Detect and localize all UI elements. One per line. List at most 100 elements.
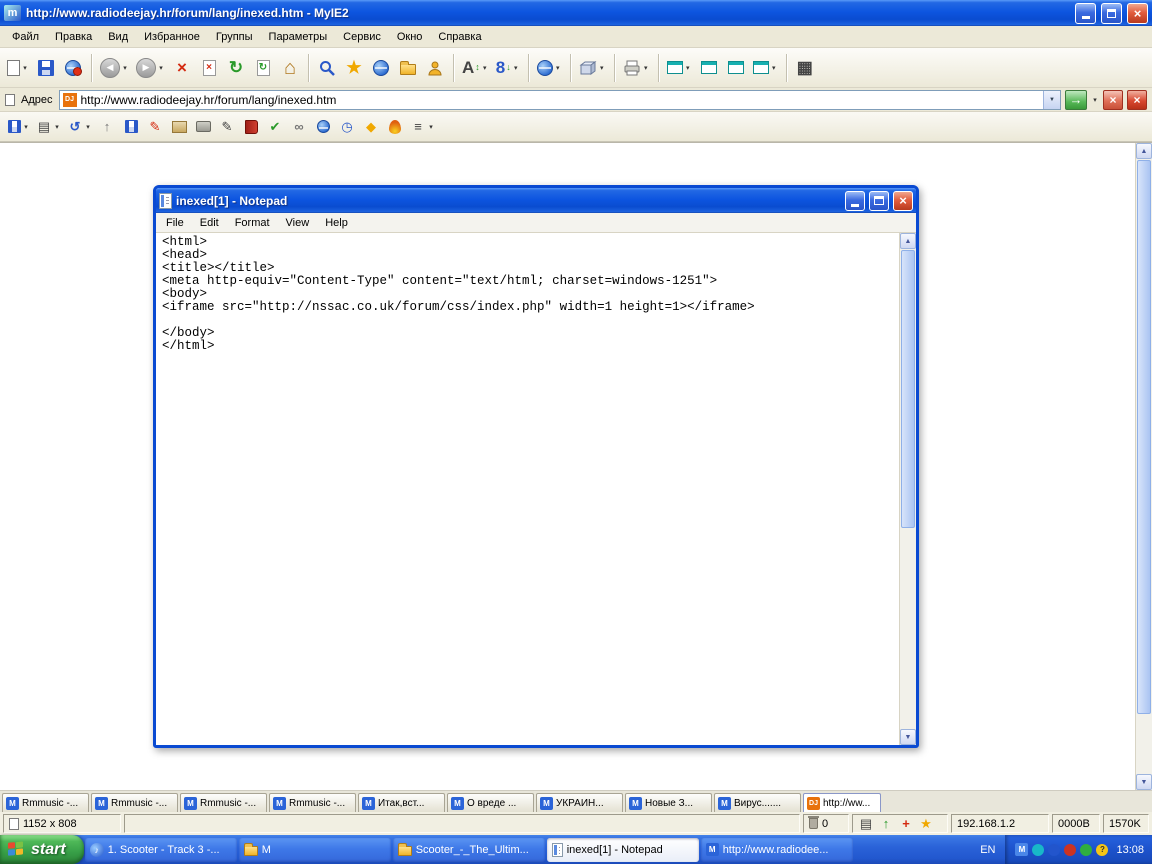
upload-indicator-icon[interactable]: ↑ — [878, 817, 894, 830]
tool-capture-button[interactable] — [192, 115, 214, 139]
menu-view[interactable]: Вид — [100, 28, 136, 46]
counter-dropdown-icon[interactable]: ▾ — [512, 64, 520, 72]
notepad-minimize-button[interactable] — [845, 190, 865, 211]
tray-network-icon[interactable] — [1048, 843, 1061, 856]
page-tab-1[interactable]: M Rmmusic -... — [2, 793, 89, 812]
tool-save-button[interactable]: ▾ — [6, 115, 32, 139]
notepad-menu-format[interactable]: Format — [227, 214, 278, 232]
page-tab-9[interactable]: M Вирус....... — [714, 793, 801, 812]
notepad-menu-edit[interactable]: Edit — [192, 214, 227, 232]
notepad-menu-help[interactable]: Help — [317, 214, 356, 232]
page-tab-10-active[interactable]: DJ http://ww... — [803, 793, 881, 812]
tool-forms-dropdown-icon[interactable]: ▾ — [53, 123, 61, 131]
go-dropdown-icon[interactable]: ▾ — [1091, 96, 1099, 104]
menu-help[interactable]: Справка — [430, 28, 489, 46]
counter-button[interactable]: 8 ↓ ▾ — [493, 52, 523, 84]
tool-timer-button[interactable]: ◷ — [336, 115, 358, 139]
page-tab-6[interactable]: MО вреде ... — [447, 793, 534, 812]
tool-highlight-button[interactable]: ✎ — [144, 115, 166, 139]
tray-myie-icon[interactable]: M — [1015, 843, 1029, 856]
tool-lines-dropdown-icon[interactable]: ▾ — [427, 123, 435, 131]
window-tool-4-button[interactable]: ▾ — [750, 52, 781, 84]
taskbar-task-notepad[interactable]: inexed[1] - Notepad — [546, 837, 699, 862]
tool-flame-button[interactable] — [384, 115, 406, 139]
page-tab-2[interactable]: M Rmmusic -... — [91, 793, 178, 812]
close-all-button[interactable]: × — [1127, 89, 1147, 110]
menu-groups[interactable]: Группы — [208, 28, 261, 46]
tool-disk-button[interactable] — [120, 115, 142, 139]
scroll-thumb[interactable] — [1137, 160, 1151, 714]
scroll-up-button[interactable]: ▲ — [1136, 143, 1152, 159]
page-tab-7[interactable]: M УКРАИН... — [536, 793, 623, 812]
tool-save-dropdown-icon[interactable]: ▾ — [22, 123, 30, 131]
font-size-button[interactable]: A ↕ ▾ — [459, 52, 492, 84]
page-tab-4[interactable]: M Rmmusic -... — [269, 793, 356, 812]
address-history-dropdown[interactable]: ▼ — [1043, 90, 1060, 109]
tool-gem-button[interactable]: ◆ — [360, 115, 382, 139]
new-page-dropdown-icon[interactable]: ▾ — [21, 64, 29, 72]
tray-antivirus-icon[interactable] — [1064, 843, 1077, 856]
tool-lines-button[interactable]: ≡ ▾ — [408, 115, 437, 139]
scroll-down-button[interactable]: ▼ — [900, 729, 916, 745]
tool-undo-dropdown-icon[interactable]: ▾ — [84, 123, 92, 131]
proxy-dropdown-icon[interactable]: ▾ — [554, 64, 562, 72]
notepad-titlebar[interactable]: inexed[1] - Notepad × — [156, 188, 916, 213]
profile-button[interactable] — [422, 52, 448, 84]
menu-edit[interactable]: Правка — [47, 28, 100, 46]
plugin-indicator-icon[interactable]: + — [898, 817, 914, 830]
scroll-thumb[interactable] — [901, 250, 915, 529]
address-input[interactable] — [80, 91, 1039, 108]
print-button[interactable]: ▾ — [620, 52, 653, 84]
tool-check-button[interactable]: ✔ — [264, 115, 286, 139]
window-tool-4-dropdown-icon[interactable]: ▾ — [770, 64, 778, 72]
tray-messenger-icon[interactable] — [1080, 843, 1093, 856]
menu-file[interactable]: Файл — [4, 28, 47, 46]
taskbar-task-browser[interactable]: M http://www.radiodee... — [700, 837, 853, 862]
window-indicator-icon[interactable]: ▤ — [858, 817, 874, 830]
window-tool-1-dropdown-icon[interactable]: ▾ — [684, 64, 692, 72]
print-dropdown-icon[interactable]: ▾ — [642, 64, 650, 72]
browser-restore-button[interactable] — [1101, 2, 1122, 24]
scroll-track[interactable] — [900, 249, 916, 729]
notepad-close-button[interactable]: × — [893, 190, 913, 211]
scroll-track[interactable] — [1136, 159, 1152, 774]
home-button[interactable]: ⌂ — [277, 52, 303, 84]
tool-globe-button[interactable] — [312, 115, 334, 139]
stop-button[interactable]: × — [169, 52, 195, 84]
menu-favorites[interactable]: Избранное — [136, 28, 208, 46]
new-page-button[interactable]: ▾ — [4, 52, 32, 84]
tool-book-button[interactable] — [240, 115, 262, 139]
browser-close-button[interactable]: × — [1127, 2, 1148, 24]
stop-all-button[interactable]: × — [196, 52, 222, 84]
forward-dropdown-icon[interactable]: ▾ — [157, 64, 165, 72]
menu-options[interactable]: Параметры — [261, 28, 336, 46]
forward-button[interactable]: ▶ ▾ — [133, 52, 168, 84]
back-dropdown-icon[interactable]: ▾ — [121, 64, 129, 72]
back-button[interactable]: ◀ ▾ — [97, 52, 132, 84]
page-tab-3[interactable]: M Rmmusic -... — [180, 793, 267, 812]
refresh-all-button[interactable]: ↻ — [250, 52, 276, 84]
tray-help-icon[interactable]: ? — [1096, 843, 1109, 856]
language-indicator[interactable]: EN — [970, 844, 1005, 856]
notepad-maximize-button[interactable] — [869, 190, 889, 211]
page-tab-8[interactable]: M Новые З... — [625, 793, 712, 812]
plugins-button[interactable]: ▾ — [576, 52, 609, 84]
address-field[interactable]: DJ ▼ — [58, 89, 1061, 110]
menu-window[interactable]: Окно — [389, 28, 431, 46]
tool-forms-button[interactable]: ▤ ▾ — [34, 115, 63, 139]
favorites-button[interactable]: ★ — [341, 52, 367, 84]
notepad-menu-file[interactable]: File — [158, 214, 192, 232]
font-size-dropdown-icon[interactable]: ▾ — [481, 64, 489, 72]
connections-button[interactable] — [60, 52, 86, 84]
plugins-dropdown-icon[interactable]: ▾ — [598, 64, 606, 72]
notepad-menu-view[interactable]: View — [278, 214, 318, 232]
internet-button[interactable] — [368, 52, 394, 84]
menu-tools[interactable]: Сервис — [335, 28, 389, 46]
window-tool-1-button[interactable]: ▾ — [664, 52, 695, 84]
scroll-down-button[interactable]: ▼ — [1136, 774, 1152, 790]
trash-panel[interactable]: 0 — [803, 814, 849, 833]
notepad-textarea[interactable]: <html> <head> <title></title> <meta http… — [156, 233, 899, 745]
notepad-scrollbar[interactable]: ▲ ▼ — [899, 233, 916, 745]
tool-undo-button[interactable]: ↺ ▾ — [65, 115, 94, 139]
save-button[interactable] — [33, 52, 59, 84]
